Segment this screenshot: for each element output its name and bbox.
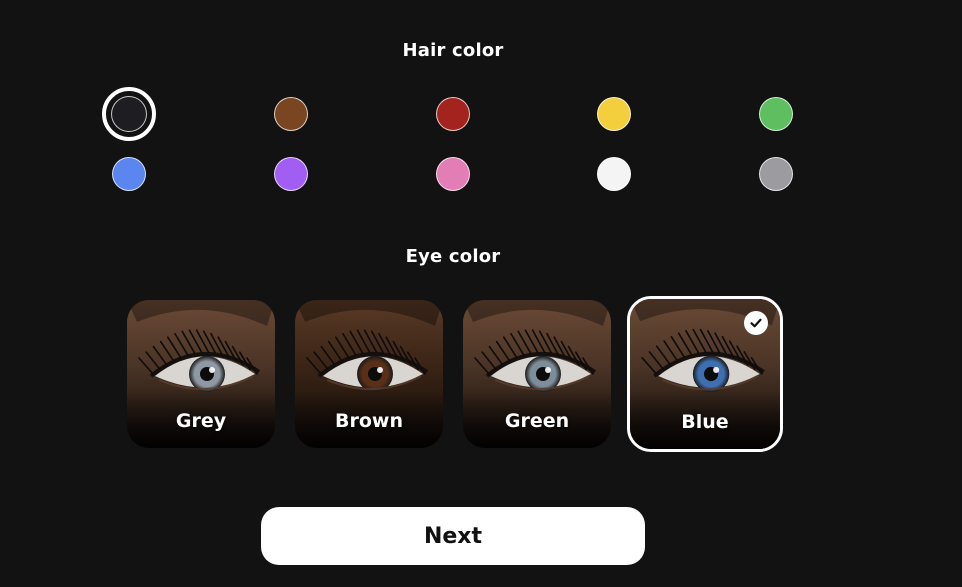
- hair-swatch-yellow[interactable]: [584, 84, 644, 144]
- swatch-dot: [274, 157, 308, 191]
- hair-swatch-blue[interactable]: [99, 144, 159, 204]
- swatch-dot: [436, 157, 470, 191]
- swatch-dot: [112, 157, 146, 191]
- hair-swatch-purple[interactable]: [261, 144, 321, 204]
- eye-option-label: Green: [504, 410, 570, 432]
- eye-option-label: Grey: [175, 410, 227, 432]
- eye-option-label: Blue: [681, 411, 729, 433]
- swatch-dot: [111, 96, 147, 132]
- selected-ring: [102, 87, 156, 141]
- hair-color-title: Hair color: [402, 40, 504, 61]
- hair-swatch-red[interactable]: [423, 84, 483, 144]
- eye-color-options: Grey Brown Green Blue: [127, 296, 787, 454]
- eye-option-label: Brown: [335, 410, 403, 432]
- swatch-dot: [274, 97, 308, 131]
- eye-option-green[interactable]: Green: [463, 300, 611, 448]
- eye-option-brown[interactable]: Brown: [295, 300, 443, 448]
- character-customizer: Hair color Eye color Grey Brown Green Bl…: [0, 0, 962, 587]
- swatch-dot: [597, 157, 631, 191]
- eye-option-grey[interactable]: Grey: [127, 300, 275, 448]
- hair-swatch-black[interactable]: [99, 84, 159, 144]
- swatch-dot: [436, 97, 470, 131]
- hair-color-swatches: [99, 84, 807, 204]
- hair-swatch-white[interactable]: [584, 144, 644, 204]
- hair-swatch-pink[interactable]: [423, 144, 483, 204]
- eye-option-blue[interactable]: Blue: [627, 296, 783, 452]
- hair-swatch-green[interactable]: [746, 84, 806, 144]
- swatch-dot: [759, 157, 793, 191]
- swatch-dot: [597, 97, 631, 131]
- hair-swatch-grey[interactable]: [746, 144, 806, 204]
- check-icon: [744, 311, 768, 335]
- hair-swatch-brown[interactable]: [261, 84, 321, 144]
- next-button[interactable]: Next: [261, 507, 645, 565]
- swatch-dot: [759, 97, 793, 131]
- eye-color-title: Eye color: [405, 246, 501, 267]
